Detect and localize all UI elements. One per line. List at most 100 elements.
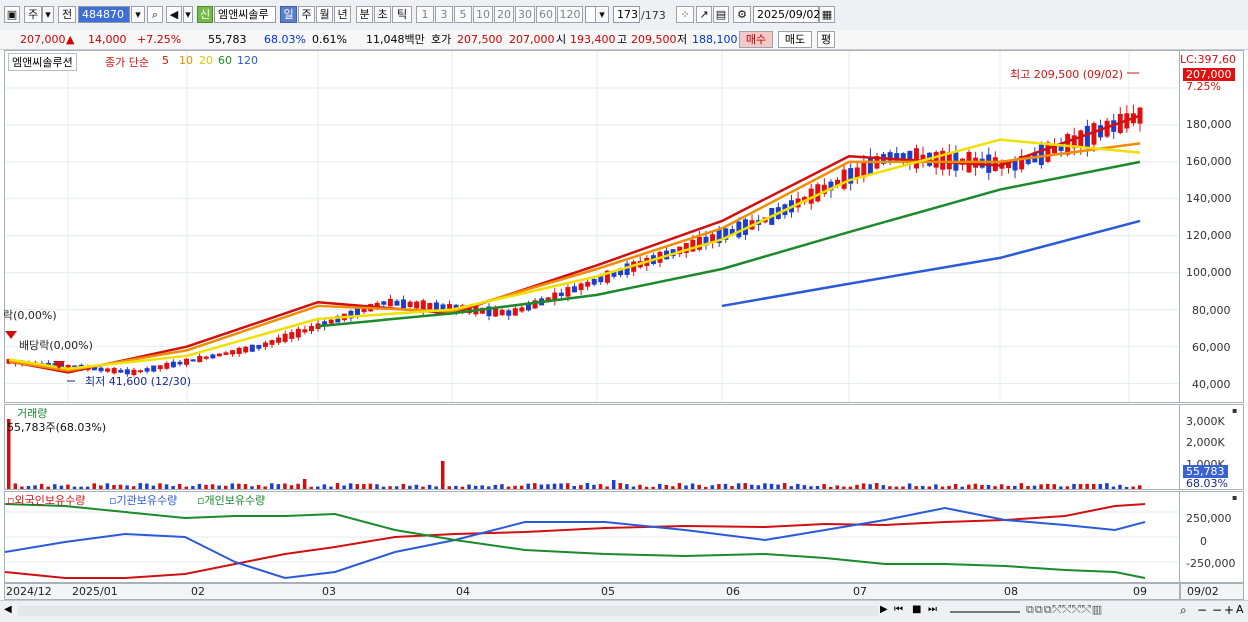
volume-bar — [631, 486, 636, 489]
search-icon[interactable]: ⌕ — [147, 6, 163, 23]
period-tab-tick[interactable]: 틱 — [392, 6, 412, 23]
speaker-icon[interactable]: ◀ — [166, 6, 182, 23]
candle-body — [506, 310, 512, 316]
volume-chart[interactable] — [5, 405, 1179, 489]
zoom-out-icon[interactable]: − — [1197, 603, 1207, 617]
calendar-icon[interactable]: ▦ — [819, 6, 835, 23]
volume-panel[interactable]: 거래량 55,783주(68.03%) — [4, 404, 1180, 490]
volume-bar — [460, 486, 465, 489]
expand-icon[interactable]: ▪ — [1232, 493, 1237, 502]
interval-20[interactable]: 20 — [494, 6, 514, 23]
volume-bar — [329, 486, 333, 489]
count-input[interactable]: 173 — [613, 6, 640, 23]
zoom-icon[interactable]: ⌕ — [1180, 603, 1187, 618]
holdings-y-axis[interactable]: ▪ 250,000 0 -250,000 — [1180, 491, 1244, 583]
volume-bar — [572, 486, 576, 489]
first-page-icon[interactable]: ⏮ — [894, 604, 903, 615]
y-tick: 80,000 — [1192, 304, 1231, 317]
candle-body — [565, 287, 571, 297]
volume-bar — [598, 484, 603, 489]
chevron-down-icon[interactable]: ▾ — [183, 6, 193, 23]
stop-icon[interactable]: ■ — [912, 604, 921, 615]
interval-3[interactable]: 3 — [435, 6, 453, 23]
interval-30[interactable]: 30 — [515, 6, 535, 23]
volume-bar — [664, 484, 669, 489]
chart-toolbar: ▣ 주 ▾ 전 484870 ▾ ⌕ ◀ ▾ 신 엠앤씨솔루 일 주 월 년 분… — [0, 0, 1248, 31]
volume-bar — [1045, 483, 1050, 489]
date-label: 06 — [726, 585, 740, 598]
interval-60[interactable]: 60 — [536, 6, 556, 23]
period-tab-week[interactable]: 주 — [298, 6, 315, 23]
volume-bar — [1138, 485, 1142, 489]
scroll-left-icon[interactable]: ◀ — [4, 604, 12, 615]
holdings-line-individual — [5, 503, 1146, 579]
volume-bar — [1111, 486, 1116, 489]
text-size-icon[interactable]: A — [1236, 603, 1244, 616]
scroll-right-icon[interactable]: ▶ — [880, 604, 888, 615]
legend-foreign: ▫외국인보유수량 — [7, 494, 86, 507]
volume-bar — [210, 484, 215, 489]
date-axis[interactable]: 2024/12 2025/01 02 03 04 05 06 07 08 09 — [4, 583, 1180, 600]
last-page-icon[interactable]: ⏭ — [928, 604, 937, 615]
volume-bar — [828, 486, 833, 489]
y-tick: 160,000 — [1186, 155, 1232, 168]
buy-button[interactable]: 매수 — [739, 31, 773, 48]
chevron-down-icon[interactable]: ▾ — [595, 6, 609, 23]
volume-bar — [1006, 485, 1010, 489]
price-chart[interactable] — [5, 51, 1179, 402]
period-tab-second[interactable]: 초 — [374, 6, 391, 23]
candle-body — [105, 368, 111, 372]
volume-bar — [1065, 486, 1070, 489]
interval-1[interactable]: 1 — [416, 6, 434, 23]
plus-icon[interactable]: + — [1224, 603, 1234, 617]
stock-code-input[interactable]: 484870 — [78, 6, 130, 23]
holdings-panel[interactable]: ▫외국인보유수량 ▫기관보유수량 ▫개인보유수량 — [4, 491, 1180, 583]
horizontal-scrollbar[interactable] — [18, 606, 878, 616]
ma-120: 120 — [237, 54, 258, 67]
chevron-down-icon[interactable]: ▾ — [131, 6, 145, 23]
grid-icon[interactable]: ⁘ — [676, 6, 694, 23]
save-icon[interactable]: ▤ — [713, 6, 729, 23]
volume-bar — [408, 485, 412, 489]
date-label: 08 — [1004, 585, 1018, 598]
market-mode-select[interactable]: 주 — [24, 6, 42, 23]
interval-120[interactable]: 120 — [557, 6, 583, 23]
volume-bar — [309, 486, 313, 489]
period-tab-minute[interactable]: 분 — [356, 6, 373, 23]
minus-icon[interactable]: − — [1212, 603, 1222, 617]
period-tab-day[interactable]: 일 — [280, 6, 297, 23]
volume-bar — [1105, 483, 1109, 489]
high-price: 209,500 — [631, 33, 677, 46]
volume-bar — [171, 486, 175, 489]
date-label: 09 — [1133, 585, 1147, 598]
price-panel[interactable]: 엠앤씨솔루션 종가 단순 5 10 20 60 120 최고 209,500 (… — [3, 50, 1180, 403]
expand-icon[interactable]: ▪ — [1232, 406, 1237, 415]
draw-tool-icon[interactable]: ↗ — [696, 6, 712, 23]
interval-10[interactable]: 10 — [473, 6, 493, 23]
window-icon[interactable]: ▣ — [4, 6, 20, 23]
holdings-chart[interactable] — [5, 492, 1179, 582]
gear-icon[interactable]: ⚙ — [733, 6, 751, 23]
stock-name-field[interactable]: 엠앤씨솔루 — [214, 6, 276, 23]
price-y-axis[interactable]: LC:397,60 207,000 7.25% 180,000 160,000 … — [1180, 50, 1244, 403]
period-tab-month[interactable]: 월 — [316, 6, 333, 23]
chart-tools-icons[interactable]: ⧉⧉⧉⤲⤲⤲⤲▥ — [1026, 603, 1103, 617]
chevron-down-icon[interactable]: ▾ — [42, 6, 54, 23]
volume-y-axis[interactable]: ▪ 3,000K 2,000K 1,000K 55,783 68.03% — [1180, 404, 1244, 490]
volume-bar — [519, 485, 524, 489]
period-tab-year[interactable]: 년 — [334, 6, 351, 23]
date-input[interactable]: 2025/09/02 — [753, 6, 820, 23]
zoom-slider[interactable] — [950, 611, 1020, 613]
volume-bar — [493, 484, 498, 489]
eval-button[interactable]: 평 — [817, 31, 835, 48]
volume-bar — [348, 483, 353, 489]
volume-rate-tag: 68.03% — [1186, 477, 1228, 490]
current-price: 207,000 — [20, 33, 66, 46]
volume-bar — [276, 484, 281, 489]
volume-bar — [72, 486, 77, 489]
interval-5[interactable]: 5 — [454, 6, 472, 23]
prev-button[interactable]: 전 — [58, 6, 76, 23]
candle-body — [210, 354, 216, 359]
ma-line-20 — [8, 138, 1141, 370]
sell-button[interactable]: 매도 — [778, 31, 812, 48]
